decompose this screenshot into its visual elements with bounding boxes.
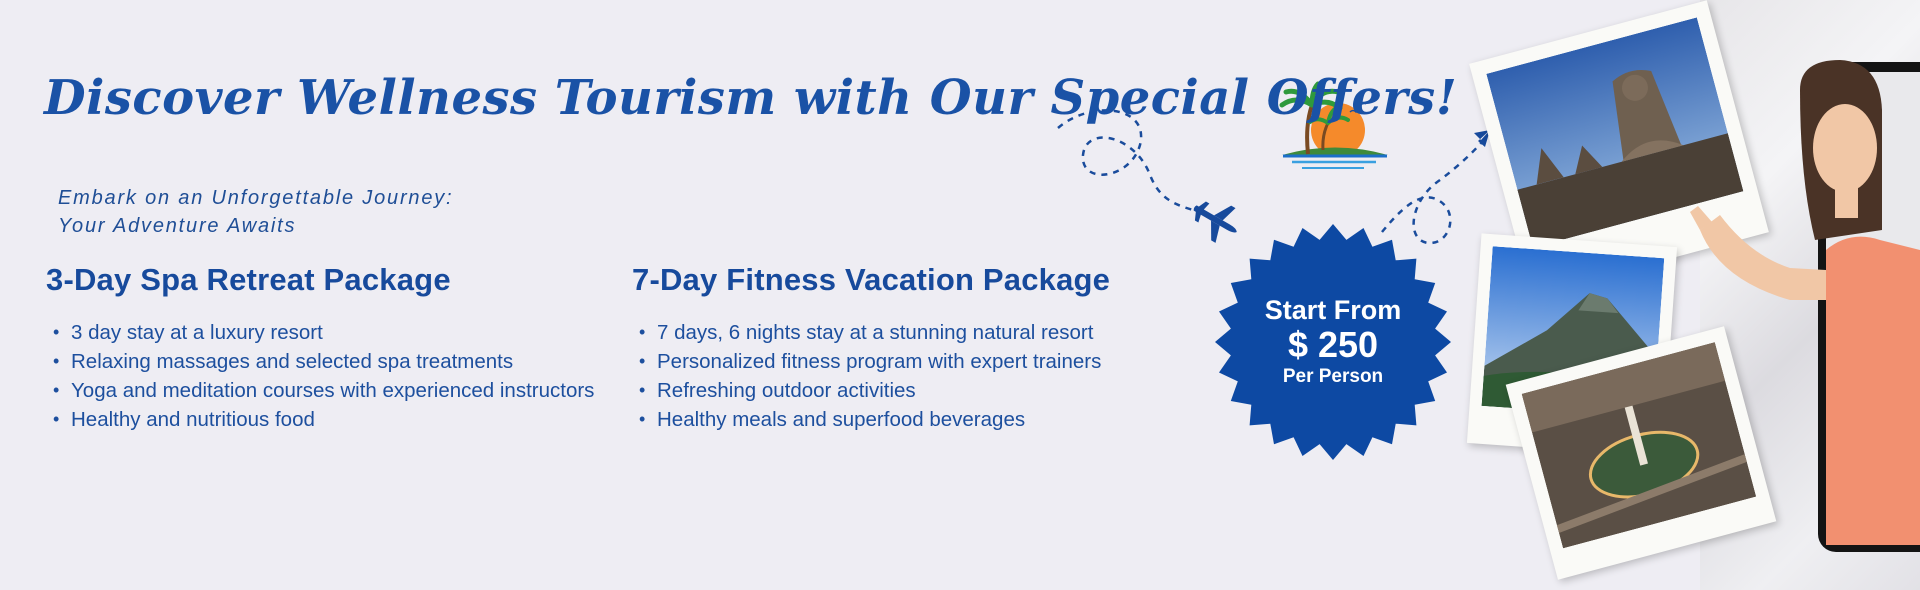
promo-banner: Discover Wellness Tourism with Our Speci… xyxy=(0,0,1920,590)
woman-pointing-image xyxy=(1690,60,1920,545)
